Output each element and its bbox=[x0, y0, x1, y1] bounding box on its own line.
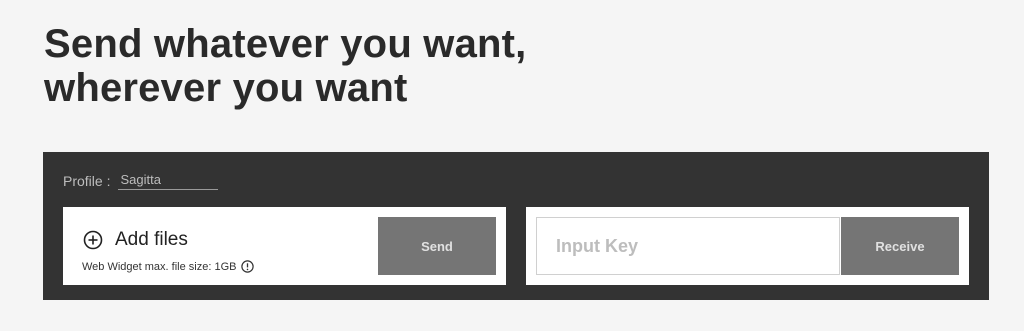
profile-row: Profile : bbox=[63, 170, 219, 190]
hero-title-line-2: wherever you want bbox=[44, 66, 408, 110]
hero-title: Send whatever you want, wherever you wan… bbox=[44, 22, 527, 110]
max-file-size-text: Web Widget max. file size: 1GB bbox=[82, 260, 237, 273]
send-box: Add files Web Widget max. file size: 1GB… bbox=[63, 207, 506, 285]
hero-title-line-1: Send whatever you want, bbox=[44, 22, 527, 66]
receive-box: Receive bbox=[526, 207, 969, 285]
profile-input[interactable] bbox=[118, 170, 219, 190]
info-icon[interactable] bbox=[241, 260, 255, 273]
add-files-label: Add files bbox=[115, 229, 188, 250]
profile-label: Profile : bbox=[63, 173, 111, 189]
add-files-button[interactable]: Add files bbox=[83, 229, 188, 251]
receive-button[interactable]: Receive bbox=[841, 217, 959, 275]
send-button[interactable]: Send bbox=[378, 217, 496, 275]
max-file-size-note: Web Widget max. file size: 1GB bbox=[82, 260, 255, 273]
transfer-panel: Profile : Add files Web Widget max. file… bbox=[43, 152, 989, 300]
key-input[interactable] bbox=[536, 217, 840, 275]
plus-circle-icon bbox=[83, 230, 103, 250]
